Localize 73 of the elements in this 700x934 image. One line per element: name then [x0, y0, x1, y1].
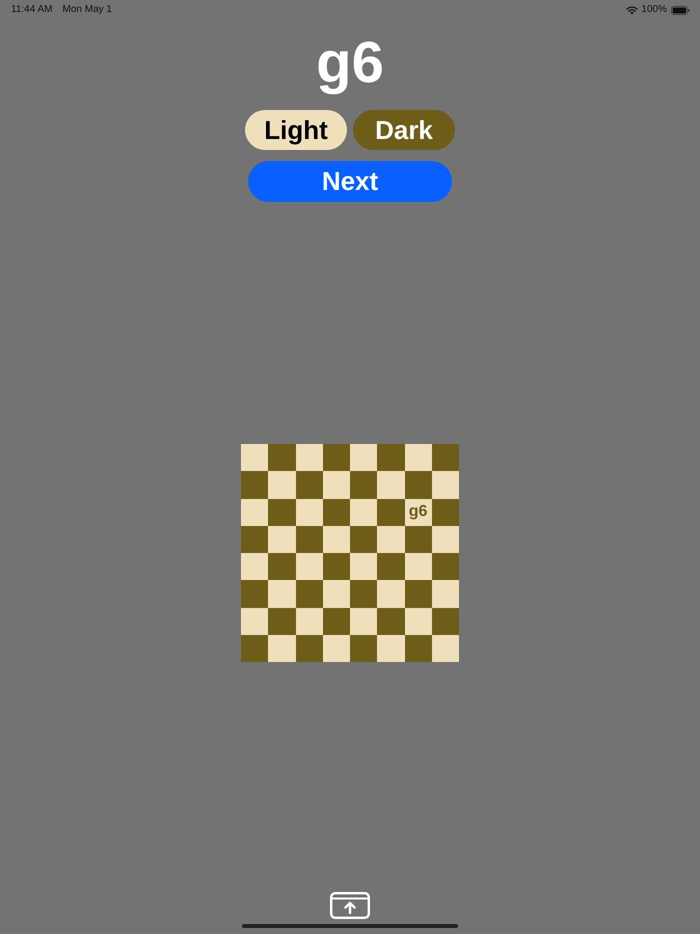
board-square — [377, 553, 404, 580]
battery-percent: 100% — [641, 4, 667, 16]
board-square — [432, 471, 459, 498]
answer-button[interactable]: Light — [245, 110, 347, 150]
board-square — [322, 634, 350, 662]
board-square — [322, 526, 350, 553]
board-square — [322, 553, 350, 580]
board-square — [296, 580, 323, 608]
board-square — [241, 526, 268, 553]
battery-icon — [671, 6, 690, 14]
board-square — [241, 634, 268, 662]
board-square — [404, 634, 432, 662]
board-square — [404, 553, 432, 580]
board-square — [350, 634, 378, 662]
board-square — [296, 471, 323, 498]
board-square — [322, 471, 350, 498]
board-square — [296, 444, 323, 472]
board-square — [377, 526, 404, 553]
board-square — [404, 444, 432, 472]
board-square — [268, 608, 296, 635]
prompt-title: g6 — [316, 31, 384, 95]
board-square — [241, 608, 268, 635]
board-square — [432, 526, 459, 553]
board-square — [432, 580, 459, 608]
board-square — [241, 471, 268, 498]
board-square — [296, 498, 323, 526]
board-square — [377, 471, 404, 498]
board-square — [350, 444, 378, 472]
board-square — [350, 608, 378, 635]
status-date: Mon May 1 — [62, 4, 112, 16]
board-square — [268, 498, 296, 526]
next-button[interactable]: Next — [248, 161, 452, 202]
board-square — [296, 526, 323, 553]
answer-button[interactable]: Dark — [353, 110, 455, 150]
board-square — [296, 608, 323, 635]
board-square — [432, 608, 459, 635]
board-square — [241, 498, 268, 526]
board-square — [404, 526, 432, 553]
board-square — [296, 634, 323, 662]
wifi-icon — [626, 6, 638, 14]
board-square — [377, 498, 404, 526]
board-square — [350, 553, 378, 580]
board-square — [268, 526, 296, 553]
board-square — [296, 553, 323, 580]
board-square — [322, 444, 350, 472]
board-square — [404, 580, 432, 608]
board-square — [322, 580, 350, 608]
board-square — [432, 444, 459, 472]
board-square — [268, 580, 296, 608]
board-square — [432, 498, 459, 526]
board-square — [432, 553, 459, 580]
board-square — [377, 580, 404, 608]
board-square — [268, 444, 296, 472]
board-square — [377, 634, 404, 662]
status-time: 11:44 AM — [11, 4, 53, 16]
board-square — [268, 553, 296, 580]
board-square — [322, 498, 350, 526]
board-square — [241, 553, 268, 580]
square-label: g6 — [408, 503, 428, 522]
board-square — [350, 471, 378, 498]
board-square — [268, 471, 296, 498]
board-square — [404, 608, 432, 635]
board-square — [322, 608, 350, 635]
board-square — [350, 526, 378, 553]
board-square — [377, 608, 404, 635]
board-square — [350, 580, 378, 608]
board-square — [241, 444, 268, 472]
board-square — [404, 471, 432, 498]
board-square — [241, 580, 268, 608]
board-square — [350, 498, 378, 526]
board-square — [268, 634, 296, 662]
board-square — [377, 444, 404, 472]
board-square — [432, 634, 459, 662]
